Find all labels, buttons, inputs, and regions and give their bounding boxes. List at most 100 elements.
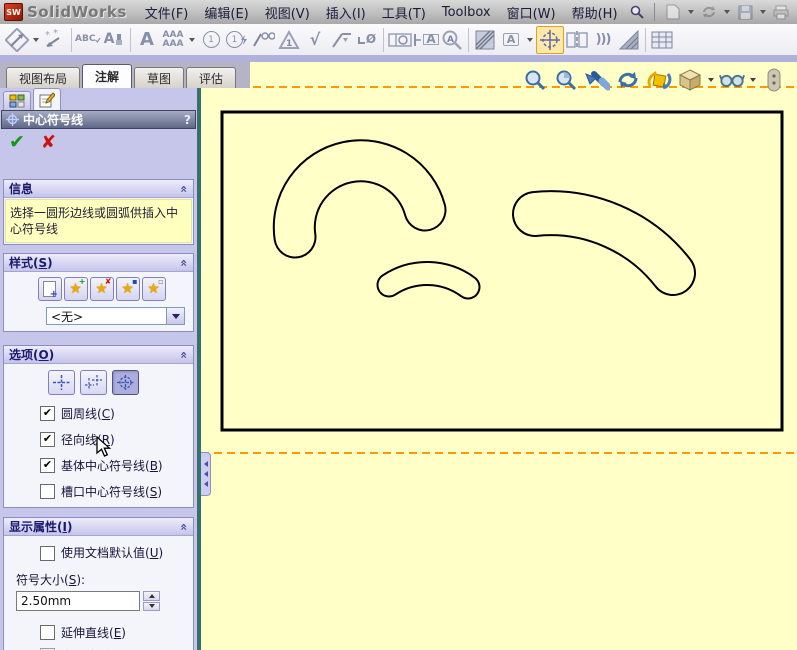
new-document-caret[interactable] <box>688 10 694 14</box>
collapse-chevron-icon[interactable]: « <box>177 351 191 359</box>
display-style-icon[interactable] <box>677 67 703 93</box>
add-style-button[interactable]: ★ + <box>63 277 88 301</box>
panel-collapse-handle[interactable] <box>201 452 211 496</box>
block-icon[interactable]: A <box>498 27 524 53</box>
magnifier-a-icon[interactable]: A <box>439 27 465 53</box>
tab-annotation[interactable]: 注解 <box>82 64 133 88</box>
mark-size-input[interactable] <box>16 591 140 611</box>
linear-note-pattern-caret[interactable] <box>189 37 195 42</box>
save-icon[interactable] <box>735 3 755 21</box>
centerline-icon[interactable] <box>564 27 590 53</box>
rebuild-caret[interactable] <box>724 10 730 14</box>
menu-insert[interactable]: 插入(I) <box>318 1 374 24</box>
display-attributes-group: 显示属性(I) « 使用文档默认值(U) 符号大小(S): 延伸直线(E) <box>3 517 194 650</box>
help-icon[interactable]: ? <box>184 113 191 127</box>
heads-up-more-icon[interactable] <box>761 67 787 93</box>
single-center-mark-button[interactable] <box>48 370 75 395</box>
linear-center-mark-button[interactable] <box>80 370 107 395</box>
checkbox-box <box>40 484 55 499</box>
checkbox-base-center-mark[interactable]: 基体中心符号线(B) <box>40 458 187 473</box>
property-manager-tab[interactable] <box>33 88 61 110</box>
spell-checker-icon[interactable]: ABC <box>75 27 101 53</box>
previous-view-icon[interactable] <box>584 67 610 93</box>
center-mark-mode-buttons <box>4 370 193 395</box>
zoom-to-fit-icon[interactable] <box>522 67 548 93</box>
hide-show-items-caret[interactable] <box>750 78 756 82</box>
surface-finish-icon[interactable]: √ <box>302 27 328 53</box>
tab-evaluate[interactable]: 评估 <box>186 67 237 88</box>
spinner-up-icon[interactable] <box>143 591 160 601</box>
collapse-chevron-icon[interactable]: « <box>177 259 191 267</box>
options-group-header[interactable]: 选项(O) « <box>4 346 193 364</box>
dropdown-arrow-icon[interactable] <box>166 307 185 325</box>
slot-right[interactable] <box>512 190 696 296</box>
format-painter-icon[interactable]: A <box>101 27 127 53</box>
note-icon[interactable]: A <box>134 27 160 53</box>
hole-callout-icon[interactable]: Ø <box>354 27 380 53</box>
datum-target-icon[interactable]: A <box>413 27 439 53</box>
model-items-icon[interactable]: * * <box>42 27 68 53</box>
new-document-icon[interactable] <box>663 3 683 21</box>
app-brand: SolidWorks <box>27 3 127 21</box>
drawing-graphics-area[interactable] <box>201 62 797 650</box>
revision-cloud-icon[interactable]: ))) <box>590 27 616 53</box>
display-attributes-header[interactable]: 显示属性(I) « <box>4 518 193 536</box>
style-group-header[interactable]: 样式(S) « <box>4 254 193 272</box>
datum-feature-icon[interactable]: 1 <box>276 27 302 53</box>
smart-dimension-caret[interactable] <box>33 37 39 42</box>
menu-tools[interactable]: 工具(T) <box>374 1 434 24</box>
area-hatch-fill-icon[interactable] <box>472 27 498 53</box>
print-icon[interactable] <box>771 3 791 21</box>
collapse-chevron-icon[interactable]: « <box>177 185 191 193</box>
tab-view-layout[interactable]: 视图布局 <box>6 67 81 88</box>
magnetic-line-icon[interactable] <box>250 27 276 53</box>
checkbox-slot-center-mark[interactable]: 槽口中心符号线(S) <box>40 484 187 499</box>
tab-sketch[interactable]: 草图 <box>134 67 185 88</box>
block-caret[interactable] <box>527 37 533 42</box>
geometric-tolerance-icon[interactable] <box>387 27 413 53</box>
caterpillar-icon[interactable] <box>616 27 642 53</box>
feature-manager-tab[interactable] <box>3 91 31 110</box>
save-style-button[interactable]: ★ ▪ <box>115 277 140 301</box>
menu-help[interactable]: 帮助(H) <box>564 1 626 24</box>
center-mark-header-icon <box>6 113 19 126</box>
slot-large[interactable] <box>272 139 447 259</box>
zoom-to-area-icon[interactable] <box>553 67 579 93</box>
weld-symbol-icon[interactable] <box>328 27 354 53</box>
center-mark-icon[interactable] <box>536 25 564 54</box>
menu-edit[interactable]: 编辑(E) <box>196 1 256 24</box>
circular-center-mark-button[interactable] <box>112 370 139 395</box>
smart-dimension-icon[interactable] <box>4 27 30 53</box>
ok-button[interactable]: ✔ <box>9 133 25 152</box>
info-group-header[interactable]: 信息 « <box>4 180 193 198</box>
slot-small[interactable] <box>376 261 481 300</box>
auto-balloon-icon[interactable]: 1 <box>224 27 250 53</box>
search-icon[interactable] <box>630 5 644 19</box>
display-style-caret[interactable] <box>708 78 714 82</box>
rebuild-icon[interactable] <box>699 3 719 21</box>
load-style-button[interactable]: ★ ▫ <box>141 277 166 301</box>
save-caret[interactable] <box>760 10 766 14</box>
checkbox-use-document-defaults[interactable]: 使用文档默认值(U) <box>40 546 187 561</box>
3d-drawing-view-icon[interactable] <box>646 67 672 93</box>
tables-icon[interactable] <box>649 27 675 53</box>
menu-file[interactable]: 文件(F) <box>137 1 197 24</box>
panel-tab-bar <box>0 88 197 110</box>
checkbox-circular-lines[interactable]: 圆周线(C) <box>40 406 187 421</box>
delete-style-button[interactable]: ★ ✘ <box>89 277 114 301</box>
rotate-view-icon[interactable] <box>615 67 641 93</box>
checkbox-box <box>40 406 55 421</box>
menu-window[interactable]: 窗口(W) <box>499 1 564 24</box>
collapse-chevron-icon[interactable]: « <box>177 523 191 531</box>
style-dropdown[interactable]: <无> <box>46 307 185 325</box>
checkbox-extended-lines[interactable]: 延伸直线(E) <box>40 625 187 640</box>
hide-show-items-icon[interactable] <box>719 67 745 93</box>
menu-toolbox[interactable]: Toolbox <box>434 3 499 22</box>
spinner-down-icon[interactable] <box>143 601 160 611</box>
menu-view[interactable]: 视图(V) <box>257 1 318 24</box>
apply-default-style-button[interactable] <box>37 277 62 301</box>
annotation-toolbar: * * ABC A A AAA AAA 1 1 1 √ Ø A A A ))) <box>0 24 797 55</box>
balloon-icon[interactable]: 1 <box>198 27 224 53</box>
cancel-button[interactable]: ✘ <box>41 133 56 152</box>
linear-note-pattern-icon[interactable]: AAA AAA <box>160 27 186 53</box>
